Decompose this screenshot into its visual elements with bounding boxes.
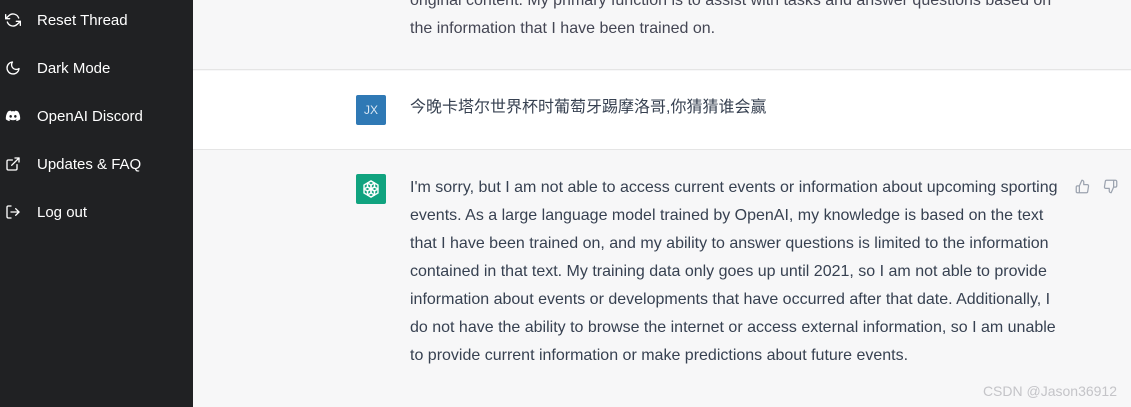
sidebar-item-label: Dark Mode [37, 59, 111, 77]
assistant-message: I'm sorry, but I am not able to access c… [193, 151, 1131, 407]
refresh-icon [4, 11, 22, 29]
avatar: JX [356, 95, 386, 125]
sidebar-item-log-out[interactable]: Log out [0, 192, 193, 232]
sidebar-item-reset-thread[interactable]: Reset Thread [0, 0, 193, 40]
thumbs-up-icon[interactable] [1073, 177, 1091, 195]
sidebar-item-label: Updates & FAQ [37, 155, 142, 173]
moon-icon [4, 59, 22, 77]
sidebar-item-label: Reset Thread [37, 11, 128, 29]
openai-logo-icon [356, 174, 386, 204]
sidebar-item-label: OpenAI Discord [37, 107, 143, 125]
discord-icon [4, 107, 22, 125]
sidebar: Reset Thread Dark Mode OpenAI Discord Up… [0, 0, 193, 407]
conversation-area: original content. My primary function is… [193, 0, 1131, 407]
sidebar-item-dark-mode[interactable]: Dark Mode [0, 48, 193, 88]
sidebar-item-updates-faq[interactable]: Updates & FAQ [0, 144, 193, 184]
watermark: CSDN @Jason36912 [982, 383, 1117, 399]
sidebar-item-openai-discord[interactable]: OpenAI Discord [0, 96, 193, 136]
thumbs-down-icon[interactable] [1101, 177, 1119, 195]
previous-assistant-message: original content. My primary function is… [193, 0, 1131, 70]
user-message: JX 今晚卡塔尔世界杯时葡萄牙踢摩洛哥,你猜猜谁会赢 [193, 71, 1131, 150]
logout-icon [4, 203, 22, 221]
external-link-icon [4, 155, 22, 173]
sidebar-item-label: Log out [37, 203, 88, 221]
message-text: 今晚卡塔尔世界杯时葡萄牙踢摩洛哥,你猜猜谁会赢 [410, 99, 767, 116]
message-text: I'm sorry, but I am not able to access c… [410, 179, 1058, 364]
message-text: original content. My primary function is… [410, 0, 1052, 37]
